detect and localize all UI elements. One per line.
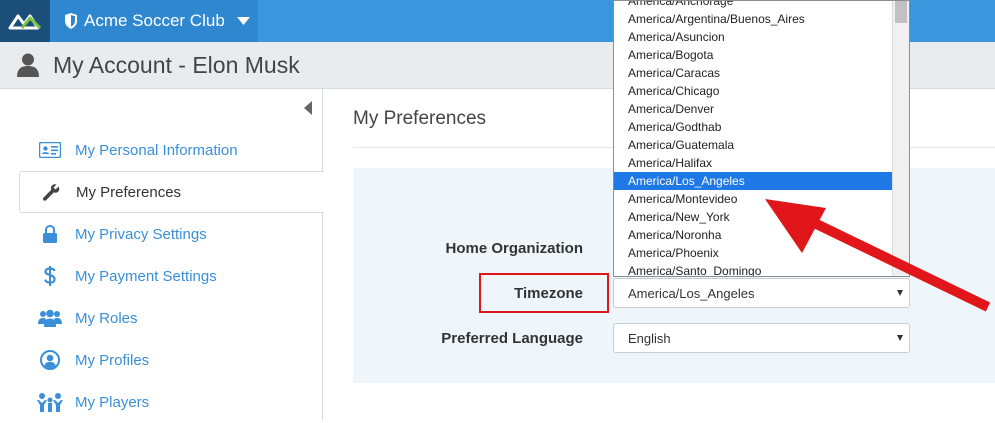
timezone-option[interactable]: America/Anchorage (614, 1, 894, 10)
sidebar-item-label: My Payment Settings (75, 267, 217, 285)
timezone-option[interactable]: America/Denver (614, 100, 894, 118)
timezone-option[interactable]: America/Argentina/Buenos_Aires (614, 10, 894, 28)
sidebar-item-profiles[interactable]: My Profiles (0, 339, 323, 381)
sidebar-item-label: My Preferences (76, 183, 182, 201)
language-select[interactable]: English (613, 323, 910, 353)
sidebar-item-label: My Profiles (75, 351, 150, 369)
sidebar-item-payment-settings[interactable]: My Payment Settings (0, 255, 323, 297)
timezone-option[interactable]: America/Godthab (614, 118, 894, 136)
timezone-option[interactable]: America/Bogota (614, 46, 894, 64)
caret-down-icon (236, 17, 250, 25)
timezone-option[interactable]: America/Asuncion (614, 28, 894, 46)
sidebar-item-players[interactable]: My Players (0, 381, 323, 423)
user-icon (17, 53, 39, 77)
timezone-option[interactable]: America/Halifax (614, 154, 894, 172)
annotation-arrow (765, 199, 991, 312)
home-organization-label: Home Organization (445, 240, 583, 257)
sidebar-item-label: My Personal Information (75, 141, 238, 159)
logo-icon (8, 14, 42, 30)
shield-icon (64, 13, 78, 29)
timezone-value: America/Los_Angeles (628, 285, 755, 301)
collapse-sidebar-icon[interactable] (304, 101, 312, 115)
preferred-language-label: Preferred Language (441, 330, 583, 347)
sidebar: My Personal Information My Preferences M… (0, 89, 324, 423)
timezone-option[interactable]: America/Caracas (614, 64, 894, 82)
wrench-icon (37, 183, 65, 201)
players-icon (36, 392, 64, 412)
app-logo[interactable] (0, 0, 50, 42)
timezone-highlight-box (479, 273, 609, 313)
timezone-option[interactable]: America/Chicago (614, 82, 894, 100)
section-title: My Preferences (353, 108, 487, 129)
sidebar-item-label: My Privacy Settings (75, 225, 207, 243)
lock-icon (36, 225, 64, 243)
scrollbar-thumb[interactable] (895, 1, 907, 23)
timezone-option[interactable]: America/Guatemala (614, 136, 894, 154)
sidebar-item-personal-information[interactable]: My Personal Information (0, 129, 323, 171)
sidebar-item-roles[interactable]: My Roles (0, 297, 323, 339)
sidebar-item-privacy-settings[interactable]: My Privacy Settings (0, 213, 323, 255)
club-name: Acme Soccer Club (84, 11, 225, 30)
sidebar-item-label: My Players (75, 393, 150, 411)
club-switcher-button[interactable]: Acme Soccer Club (50, 0, 258, 42)
profile-circle-icon (36, 350, 64, 370)
id-card-icon (36, 142, 64, 158)
sidebar-item-preferences[interactable]: My Preferences (19, 171, 324, 213)
users-icon (36, 309, 64, 327)
sidebar-item-label: My Roles (75, 309, 138, 327)
dollar-icon (36, 266, 64, 286)
timezone-option-selected[interactable]: America/Los_Angeles (614, 172, 894, 190)
select-arrow-icon (897, 335, 903, 341)
language-value: English (628, 330, 671, 346)
page-title: My Account - Elon Musk (53, 51, 300, 78)
